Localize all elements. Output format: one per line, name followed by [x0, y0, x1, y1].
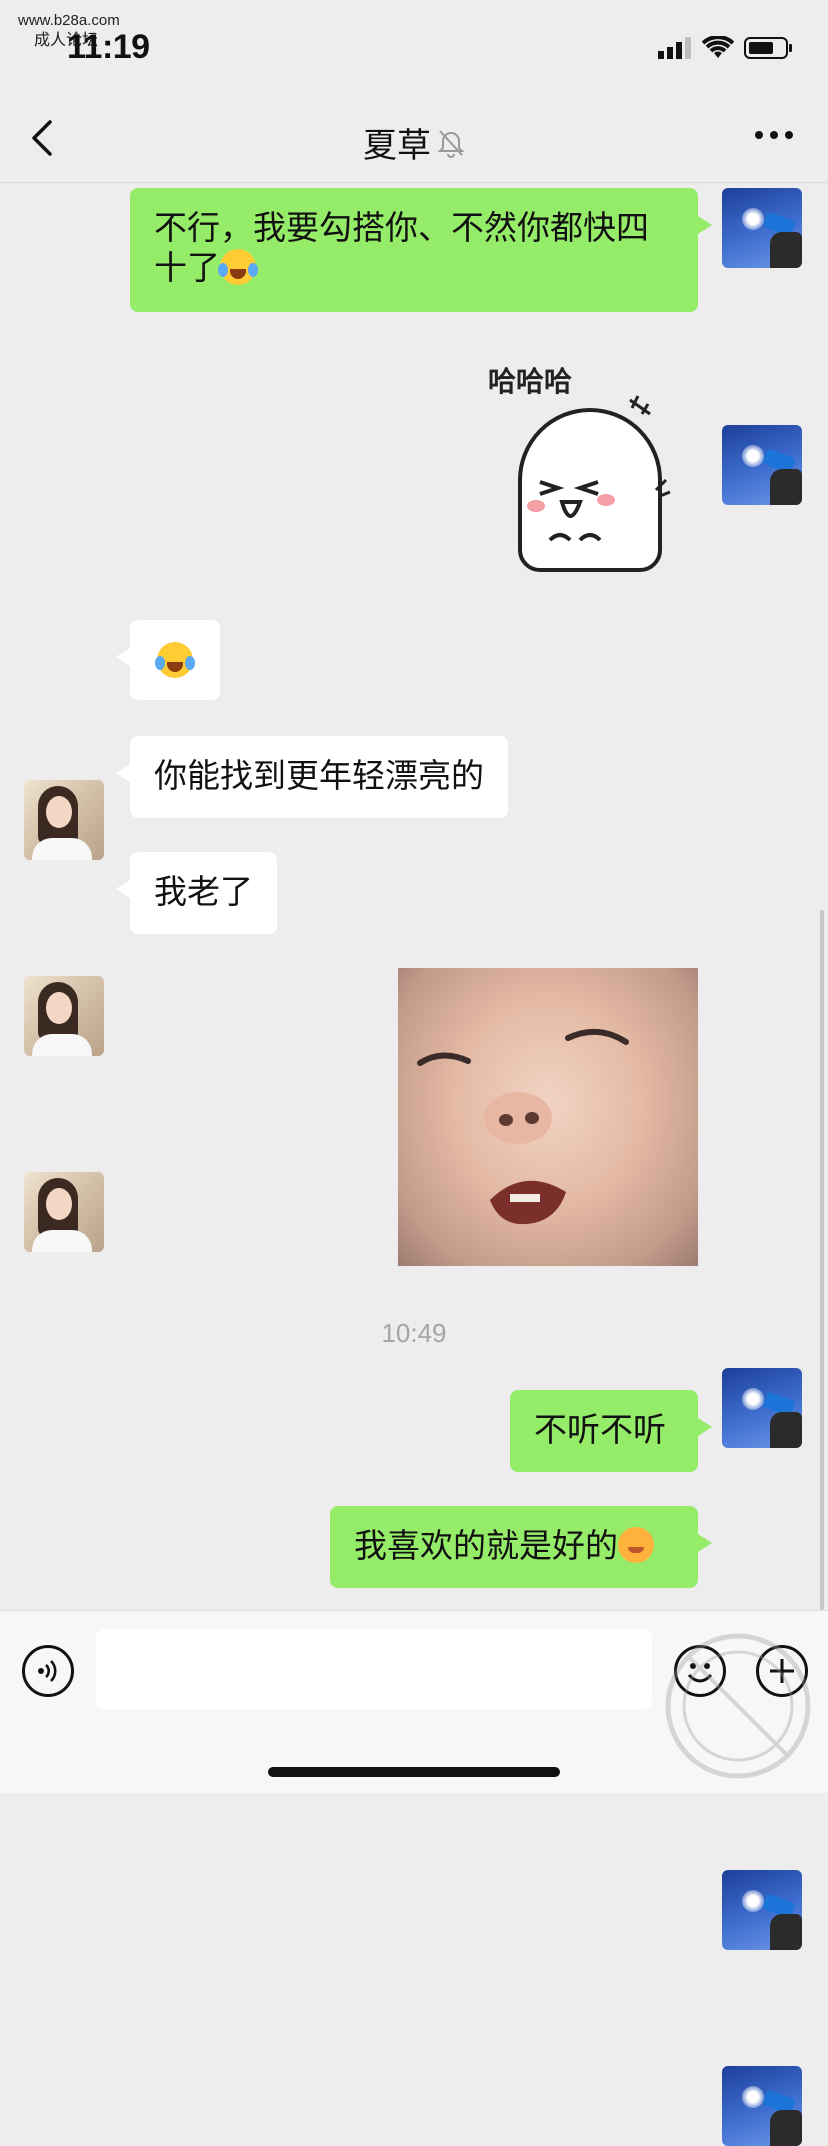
baby-face-image[interactable]: [398, 968, 698, 1266]
my-avatar[interactable]: [722, 188, 802, 268]
contact-avatar[interactable]: [24, 780, 104, 860]
scroll-indicator[interactable]: [820, 910, 824, 1610]
laughing-sticker[interactable]: 哈哈哈: [480, 350, 680, 590]
chat-timestamp: 10:49: [381, 1318, 447, 1348]
message-input[interactable]: [96, 1629, 652, 1709]
baby-face-icon: [417, 1029, 629, 1225]
signal-icon: [658, 37, 691, 59]
laughing-face-sticker-icon: [518, 395, 671, 572]
message-bubble-theirs[interactable]: 你能找到更年轻漂亮的: [116, 736, 508, 818]
message-bubble-mine[interactable]: 不行，我要勾搭你、不然你都快四十了: [130, 188, 712, 312]
voice-input-button[interactable]: [22, 1645, 74, 1697]
wifi-icon: [702, 36, 734, 58]
message-bubble-mine[interactable]: 不听不听: [510, 1390, 712, 1472]
message-bubble-theirs[interactable]: [116, 620, 220, 700]
message-text: 我喜欢的就是好的: [354, 1527, 618, 1564]
crying-laughing-emoji-icon: [218, 249, 258, 285]
message-bubble-mine[interactable]: 我喜欢的就是好的: [330, 1506, 712, 1588]
message-text: 我老了: [154, 873, 253, 910]
watermark-stamp-icon: [665, 1633, 811, 1779]
contact-avatar[interactable]: [24, 976, 104, 1056]
crying-laughing-emoji-icon: [155, 642, 195, 678]
more-icon[interactable]: [754, 130, 794, 140]
battery-icon: [744, 37, 792, 59]
smiling-blush-emoji-icon: [618, 1527, 654, 1563]
voice-icon: [38, 1660, 57, 1682]
home-indicator[interactable]: [268, 1767, 560, 1777]
chat-title: 夏草: [363, 127, 431, 165]
my-avatar[interactable]: [722, 1368, 802, 1448]
status-time: 11:19: [67, 28, 150, 66]
message-bubble-theirs[interactable]: 我老了: [116, 852, 277, 934]
my-avatar[interactable]: [722, 2066, 802, 2146]
message-text: 你能找到更年轻漂亮的: [154, 757, 484, 794]
message-text: 不听不听: [534, 1411, 666, 1448]
my-avatar[interactable]: [722, 425, 802, 505]
contact-avatar[interactable]: [24, 1172, 104, 1252]
my-avatar[interactable]: [722, 1870, 802, 1950]
mute-bell-icon: [437, 129, 465, 158]
chat-header: 夏草: [0, 90, 828, 183]
status-icons: [658, 36, 794, 60]
